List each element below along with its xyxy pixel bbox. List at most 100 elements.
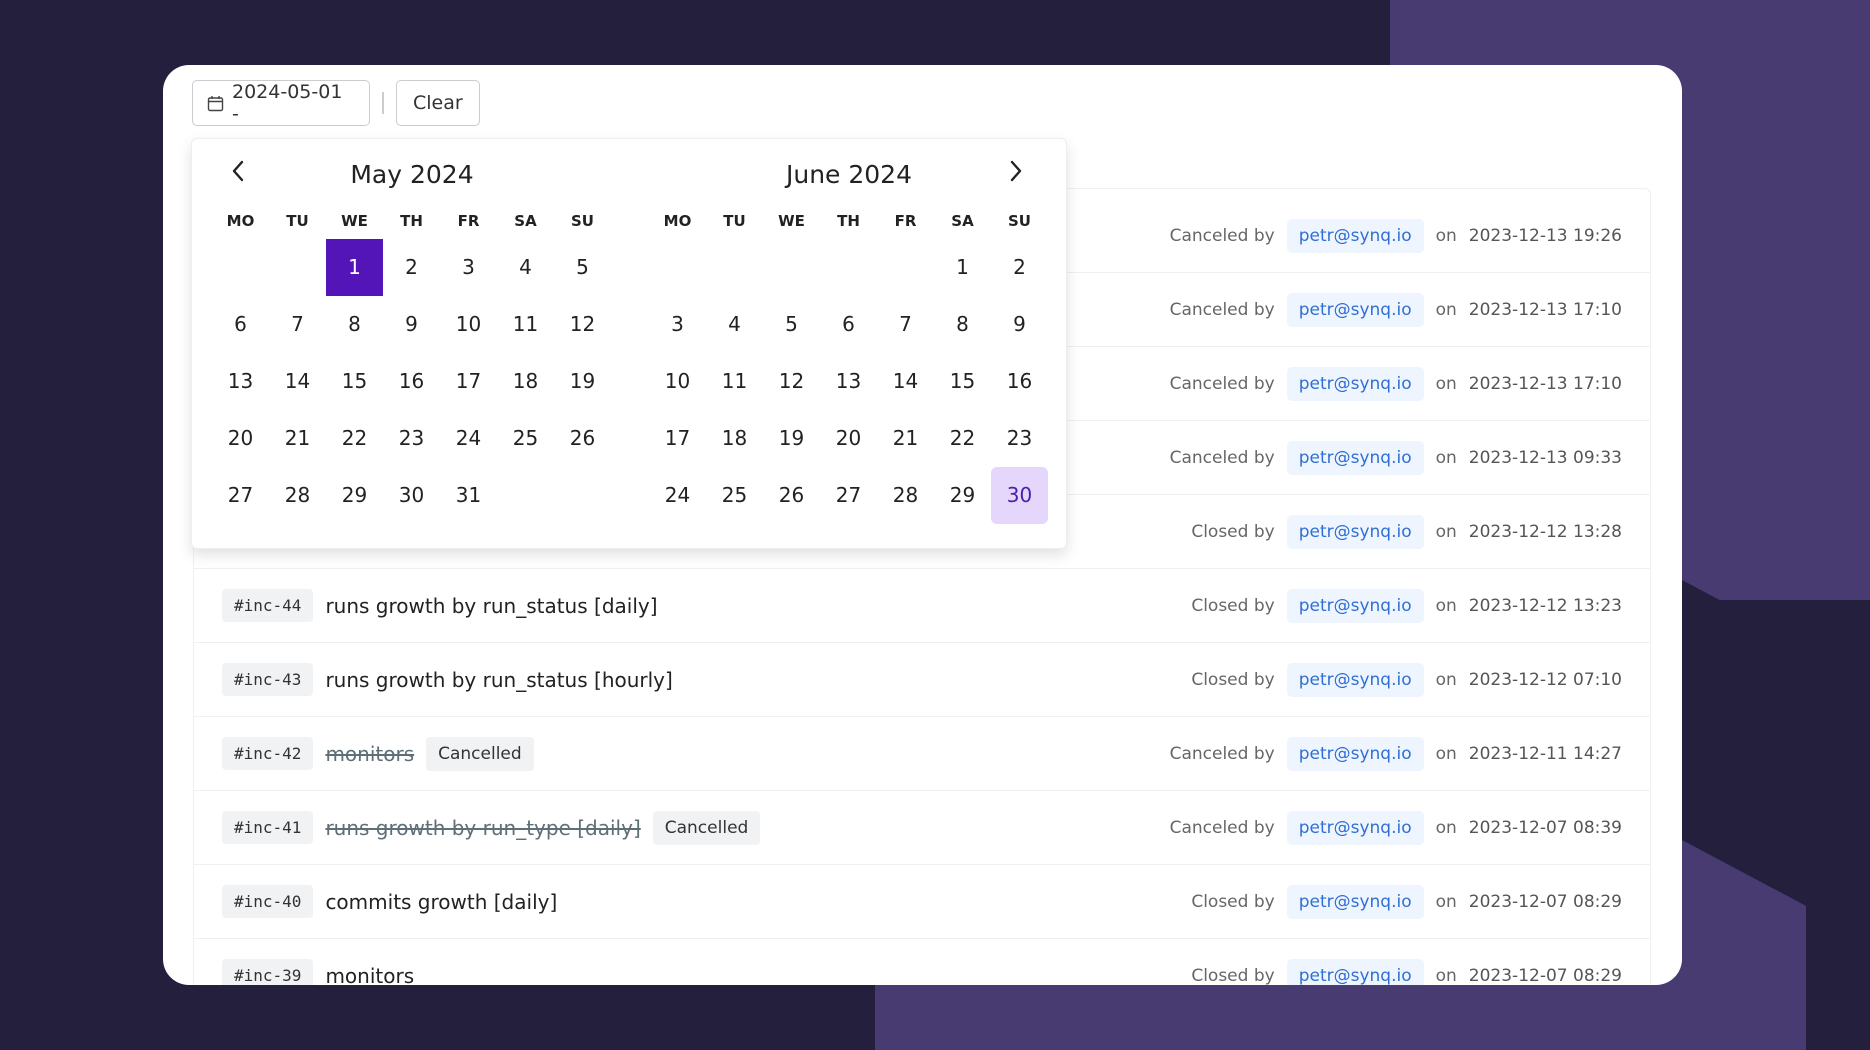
day-cell[interactable]: 7 — [269, 296, 326, 353]
weekday-label: TU — [286, 212, 309, 230]
day-cell-range-end[interactable]: 30 — [991, 467, 1048, 524]
day-cell[interactable]: 6 — [212, 296, 269, 353]
day-cell[interactable]: 25 — [706, 467, 763, 524]
day-cell[interactable]: 17 — [440, 353, 497, 410]
user-link[interactable]: petr@synq.io — [1286, 588, 1424, 623]
weekday-label: SA — [514, 212, 537, 230]
day-cell[interactable]: 14 — [877, 353, 934, 410]
incident-title[interactable]: monitors — [325, 742, 414, 766]
incident-title[interactable]: runs growth by run_type [daily] — [325, 816, 640, 840]
day-cell[interactable]: 2 — [991, 239, 1048, 296]
day-cell[interactable]: 12 — [763, 353, 820, 410]
day-cell[interactable]: 26 — [763, 467, 820, 524]
incident-row[interactable]: #inc-43 runs growth by run_status [hourly… — [194, 643, 1650, 717]
user-link[interactable]: petr@synq.io — [1286, 662, 1424, 697]
day-cell[interactable]: 10 — [649, 353, 706, 410]
day-cell[interactable]: 25 — [497, 410, 554, 467]
user-link[interactable]: petr@synq.io — [1286, 884, 1424, 919]
day-cell[interactable]: 9 — [991, 296, 1048, 353]
incident-row[interactable]: #inc-44 runs growth by run_status [daily]… — [194, 569, 1650, 643]
day-cell[interactable]: 22 — [934, 410, 991, 467]
incident-row[interactable]: #inc-42 monitors Cancelled Canceled by petr@… — [194, 717, 1650, 791]
day-cell[interactable]: 8 — [934, 296, 991, 353]
day-cell[interactable]: 10 — [440, 296, 497, 353]
day-cell[interactable]: 31 — [440, 467, 497, 524]
month-title: May 2024 — [350, 160, 474, 189]
day-cell[interactable]: 5 — [763, 296, 820, 353]
day-cell[interactable]: 8 — [326, 296, 383, 353]
day-cell[interactable]: 29 — [326, 467, 383, 524]
incident-row[interactable]: #inc-41 runs growth by run_type [daily] Ca… — [194, 791, 1650, 865]
date-range-input[interactable]: 2024-05-01 - — [192, 80, 370, 126]
timestamp: 2023-12-12 13:23 — [1468, 595, 1622, 616]
day-cell[interactable]: 16 — [991, 353, 1048, 410]
on-label: on — [1435, 299, 1457, 320]
day-cell[interactable]: 7 — [877, 296, 934, 353]
timestamp: 2023-12-13 19:26 — [1468, 225, 1622, 246]
day-cell[interactable]: 22 — [326, 410, 383, 467]
day-cell[interactable]: 27 — [212, 467, 269, 524]
weekday-label: SU — [1008, 212, 1031, 230]
incident-title[interactable]: runs growth by run_status [daily] — [325, 594, 657, 618]
user-link[interactable]: petr@synq.io — [1286, 440, 1424, 475]
day-cell[interactable]: 16 — [383, 353, 440, 410]
day-cell[interactable]: 6 — [820, 296, 877, 353]
day-cell[interactable]: 24 — [440, 410, 497, 467]
month-may: May 2024 MO TU WE TH FR SA SU 1 2 3 4 5 6 7 8 9 10 11 12 13… — [212, 155, 612, 524]
day-cell[interactable]: 13 — [212, 353, 269, 410]
user-link[interactable]: petr@synq.io — [1286, 218, 1424, 253]
day-cell[interactable]: 18 — [497, 353, 554, 410]
day-cell[interactable]: 9 — [383, 296, 440, 353]
user-link[interactable]: petr@synq.io — [1286, 366, 1424, 401]
day-cell[interactable]: 27 — [820, 467, 877, 524]
day-cell[interactable]: 3 — [440, 239, 497, 296]
day-cell[interactable]: 11 — [497, 296, 554, 353]
day-cell-range-start[interactable]: 1 — [326, 239, 383, 296]
day-cell[interactable]: 4 — [497, 239, 554, 296]
user-link[interactable]: petr@synq.io — [1286, 514, 1424, 549]
on-label: on — [1435, 521, 1457, 542]
day-cell[interactable]: 21 — [269, 410, 326, 467]
day-cell[interactable]: 26 — [554, 410, 611, 467]
clear-button[interactable]: Clear — [396, 80, 480, 126]
timestamp: 2023-12-13 17:10 — [1468, 299, 1622, 320]
month-grid: MO TU WE TH FR SA SU 1 2 3 4 5 6 7 8 9 10 11 12 13 14 15 16 17 1… — [649, 203, 1049, 524]
day-cell[interactable]: 18 — [706, 410, 763, 467]
day-cell[interactable]: 23 — [991, 410, 1048, 467]
action-label: Canceled by — [1169, 299, 1275, 320]
day-cell[interactable]: 1 — [934, 239, 991, 296]
day-cell[interactable]: 17 — [649, 410, 706, 467]
day-cell[interactable]: 11 — [706, 353, 763, 410]
day-cell[interactable]: 12 — [554, 296, 611, 353]
day-cell[interactable]: 14 — [269, 353, 326, 410]
incident-row[interactable]: #inc-39 monitors Closed by petr@synq.io on 20… — [194, 939, 1650, 985]
user-link[interactable]: petr@synq.io — [1286, 958, 1424, 985]
day-cell[interactable]: 15 — [326, 353, 383, 410]
day-cell[interactable]: 28 — [269, 467, 326, 524]
incident-id: #inc-41 — [222, 811, 314, 844]
day-cell[interactable]: 4 — [706, 296, 763, 353]
incident-title[interactable]: commits growth [daily] — [325, 890, 557, 914]
day-cell[interactable]: 2 — [383, 239, 440, 296]
day-cell[interactable]: 3 — [649, 296, 706, 353]
incident-row[interactable]: #inc-40 commits growth [daily] Closed by pe… — [194, 865, 1650, 939]
day-cell[interactable]: 5 — [554, 239, 611, 296]
day-cell[interactable]: 24 — [649, 467, 706, 524]
user-link[interactable]: petr@synq.io — [1286, 810, 1424, 845]
day-cell[interactable]: 19 — [763, 410, 820, 467]
day-cell[interactable]: 19 — [554, 353, 611, 410]
day-cell[interactable]: 20 — [212, 410, 269, 467]
day-cell[interactable]: 20 — [820, 410, 877, 467]
day-cell[interactable]: 21 — [877, 410, 934, 467]
day-cell[interactable]: 30 — [383, 467, 440, 524]
user-link[interactable]: petr@synq.io — [1286, 736, 1424, 771]
user-link[interactable]: petr@synq.io — [1286, 292, 1424, 327]
day-cell[interactable]: 23 — [383, 410, 440, 467]
incident-title[interactable]: monitors — [325, 964, 414, 986]
day-cell[interactable]: 13 — [820, 353, 877, 410]
day-cell[interactable]: 29 — [934, 467, 991, 524]
incident-title[interactable]: runs growth by run_status [hourly] — [325, 668, 672, 692]
day-cell[interactable]: 28 — [877, 467, 934, 524]
day-cell[interactable]: 15 — [934, 353, 991, 410]
day-blank — [706, 239, 763, 296]
